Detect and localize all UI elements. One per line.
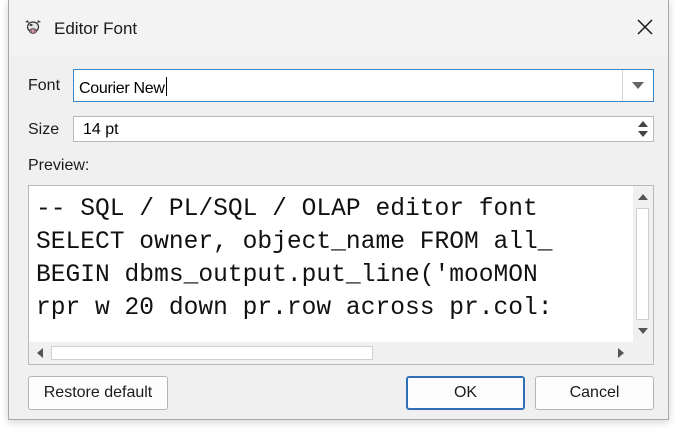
preview-line: BEGIN dbms_output.put_line('mooMON [36,262,538,289]
font-label: Font [28,77,61,94]
preview-line: SELECT owner, object_name FROM all_ [36,229,553,256]
scroll-down-icon[interactable] [633,324,653,338]
close-button[interactable] [628,12,662,46]
font-value: Courier New [79,80,165,97]
chevron-down-icon [632,77,644,95]
spin-up-icon[interactable] [638,118,648,129]
font-input[interactable]: Courier New [79,77,167,98]
size-label: Size [28,121,60,138]
scroll-right-icon[interactable] [614,346,628,360]
preview-line: rpr w 20 down pr.row across pr.col: [36,295,553,322]
restore-default-button[interactable]: Restore default [28,376,168,410]
preview-label: Preview: [28,157,90,174]
font-combobox[interactable]: Courier New [73,69,654,102]
size-value[interactable]: 14 pt [83,121,119,139]
scroll-up-icon[interactable] [633,190,653,204]
vertical-scroll-thumb[interactable] [636,208,649,320]
scroll-left-icon[interactable] [33,346,47,360]
size-spinner[interactable]: 14 pt [73,116,654,142]
font-preview-area[interactable]: -- SQL / PL/SQL / OLAP editor font SELEC… [28,185,654,365]
horizontal-scrollbar[interactable] [29,342,633,364]
scrollbar-corner [633,342,653,364]
vertical-scrollbar[interactable] [633,186,653,342]
close-icon [636,18,654,41]
title-bar: Editor Font [9,0,668,56]
cow-icon [23,17,43,37]
cancel-button[interactable]: Cancel [535,376,654,410]
font-dropdown-button[interactable] [622,70,653,101]
preview-text: -- SQL / PL/SQL / OLAP editor font SELEC… [29,186,633,342]
editor-font-dialog: Editor Font Font Courier New Size 14 pt [8,0,669,420]
ok-button[interactable]: OK [406,376,525,410]
size-spin-buttons [633,117,653,141]
horizontal-scroll-thumb[interactable] [51,346,373,360]
spin-down-icon[interactable] [638,129,648,140]
text-caret [165,77,167,96]
dialog-title: Editor Font [54,19,138,38]
preview-line: -- SQL / PL/SQL / OLAP editor font [36,196,538,223]
